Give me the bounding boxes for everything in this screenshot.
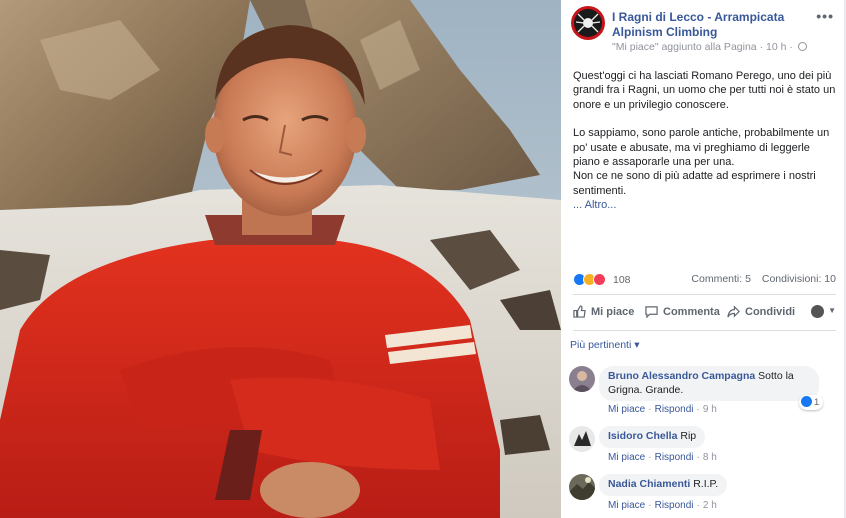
post-timestamp[interactable]: 10 h <box>766 41 786 53</box>
comment-reaction-count: 1 <box>814 397 820 408</box>
comment-bubble: Isidoro Chella Rip <box>599 426 706 448</box>
like-button[interactable]: Mi piace <box>573 302 634 322</box>
comment-label: Commenta <box>663 306 720 318</box>
like-reaction-icon <box>801 396 812 407</box>
comment-author[interactable]: Nadia Chiamenti <box>608 478 690 490</box>
public-globe-icon <box>797 42 807 51</box>
divider <box>573 294 836 295</box>
comment-actions: Mi piace · Rispondi · 9 h <box>608 404 717 415</box>
shares-count[interactable]: Condivisioni: 10 <box>762 273 836 285</box>
comment-item: Nadia Chiamenti R.I.P. Mi piace · Rispondi… <box>569 474 839 514</box>
comment-item: Isidoro Chella Rip Mi piace · Rispondi · 8 h <box>569 426 839 466</box>
post-paragraph: Non ce ne sono di più adatte ad esprimer… <box>573 170 816 197</box>
comments-sort-dropdown[interactable]: Più pertinenti ▾ <box>570 339 639 351</box>
post-photo[interactable] <box>0 0 561 518</box>
meta-separator-2: · <box>789 41 793 53</box>
post-text: Quest'oggi ci ha lasciati Romano Perego,… <box>573 69 838 213</box>
divider <box>573 330 836 331</box>
comment-author[interactable]: Bruno Alessandro Campagna <box>608 370 755 382</box>
comment-time[interactable]: 2 h <box>703 500 717 511</box>
page-name-link[interactable]: I Ragni di Lecco - Arrampicata Alpinism … <box>612 10 802 40</box>
comment-text: R.I.P. <box>693 478 719 490</box>
comment-text: Rip <box>680 430 697 442</box>
spider-logo-icon <box>574 9 602 37</box>
comment-actions: Mi piace · Rispondi · 2 h <box>608 500 717 511</box>
comment-author[interactable]: Isidoro Chella <box>608 430 677 442</box>
comment-item: Bruno Alessandro Campagna Sotto la Grign… <box>569 366 839 418</box>
comment-like-link[interactable]: Mi piace <box>608 452 645 463</box>
meta-action: "Mi piace" aggiunto alla Pagina <box>612 41 757 53</box>
share-as-avatar[interactable] <box>811 305 824 318</box>
like-label: Mi piace <box>591 306 635 318</box>
commenter-avatar[interactable] <box>569 426 595 452</box>
post-meta: "Mi piace" aggiunto alla Pagina · 10 h · <box>612 41 807 53</box>
more-options-button[interactable]: ••• <box>816 8 834 24</box>
comment-bubble: Nadia Chiamenti R.I.P. <box>599 474 728 496</box>
comments-count[interactable]: Commenti: 5 <box>691 273 751 285</box>
engagement-counts: Commenti: 5 Condivisioni: 10 <box>691 273 836 285</box>
post-stats: 108 Commenti: 5 Condivisioni: 10 <box>573 272 836 288</box>
share-label: Condividi <box>745 306 796 318</box>
comment-reaction-badge[interactable]: 1 <box>799 395 824 410</box>
commenter-avatar[interactable] <box>569 366 595 392</box>
reaction-count: 108 <box>613 274 631 286</box>
comment-like-link[interactable]: Mi piace <box>608 404 645 415</box>
share-arrow-icon <box>727 305 740 325</box>
comment-time[interactable]: 9 h <box>703 404 717 415</box>
meta-separator: · <box>759 41 764 53</box>
page-avatar[interactable] <box>571 6 605 40</box>
comment-time[interactable]: 8 h <box>703 452 717 463</box>
post-actions: Mi piace Commenta Condividi ▼ <box>573 302 836 322</box>
comment-button[interactable]: Commenta <box>645 302 720 322</box>
post-paragraph: Quest'oggi ci ha lasciati Romano Perego,… <box>573 70 836 111</box>
share-button[interactable]: Condividi <box>727 302 795 322</box>
speech-bubble-icon <box>645 305 658 325</box>
see-more-link[interactable]: ... Altro... <box>573 199 616 211</box>
comment-reply-link[interactable]: Rispondi <box>655 500 694 511</box>
chevron-down-icon[interactable]: ▼ <box>828 306 836 315</box>
post-side-panel: I Ragni di Lecco - Arrampicata Alpinism … <box>561 0 846 518</box>
commenter-avatar[interactable] <box>569 474 595 500</box>
comment-like-link[interactable]: Mi piace <box>608 500 645 511</box>
photo-image <box>0 0 561 518</box>
comment-actions: Mi piace · Rispondi · 8 h <box>608 452 717 463</box>
thumbs-up-icon <box>573 305 586 325</box>
love-reaction-icon <box>593 273 606 286</box>
comment-reply-link[interactable]: Rispondi <box>655 452 694 463</box>
post-paragraph: Lo sappiamo, sono parole antiche, probab… <box>573 127 830 169</box>
post-header: I Ragni di Lecco - Arrampicata Alpinism … <box>571 6 836 54</box>
comment-reply-link[interactable]: Rispondi <box>655 404 694 415</box>
comment-bubble: Bruno Alessandro Campagna Sotto la Grign… <box>599 366 819 401</box>
